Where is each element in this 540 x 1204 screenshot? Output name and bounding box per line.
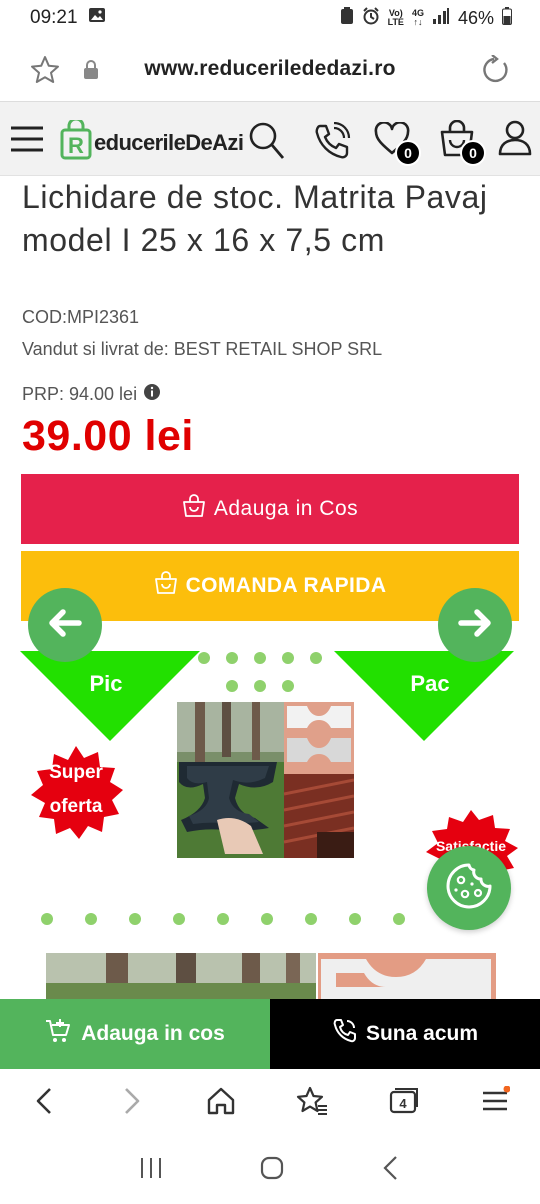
pac-label: Pac — [410, 671, 450, 696]
gallery-next-button[interactable] — [438, 588, 512, 662]
carousel-dot[interactable] — [305, 913, 317, 925]
recent-apps-icon[interactable] — [138, 1156, 164, 1185]
product-title: Lichidare de stoc. Matrita Pavaj model I… — [22, 179, 488, 258]
carousel-dot[interactable] — [173, 913, 185, 925]
clock: 09:21 — [30, 7, 78, 28]
phone-icon[interactable] — [312, 121, 352, 165]
gallery-icon — [88, 6, 106, 30]
shopping-bag-icon — [182, 494, 206, 524]
super-oferta-badge: Super oferta — [27, 744, 125, 842]
system-back-icon[interactable] — [380, 1155, 402, 1186]
seller-info: Vandut si livrat de: BEST RETAIL SHOP SR… — [22, 339, 383, 359]
back-icon[interactable] — [30, 1086, 58, 1121]
volte-indicator: Vo) LTE — [387, 8, 404, 27]
search-icon[interactable] — [249, 122, 285, 165]
add-to-cart-bottom-button[interactable]: Adauga in cos — [0, 999, 270, 1069]
svg-text:R: R — [68, 133, 84, 158]
gallery-dot[interactable] — [310, 652, 322, 664]
super-oferta-line2: oferta — [49, 796, 103, 817]
battery-icon — [502, 6, 512, 30]
notification-icon — [340, 6, 354, 30]
product-image-large[interactable] — [46, 953, 496, 999]
cart-add-icon — [45, 1018, 71, 1050]
cart-count-badge: 0 — [460, 140, 486, 166]
site-header: R educerileDeAzi 0 0 — [0, 102, 540, 176]
signal-icon — [432, 7, 450, 29]
status-bar: 09:21 Vo) LTE 4G ↑↓ 46% — [0, 0, 540, 36]
carousel-dot[interactable] — [393, 913, 405, 925]
call-now-button[interactable]: Suna acum — [270, 999, 540, 1069]
bookmarks-icon[interactable] — [296, 1086, 328, 1121]
product-image[interactable] — [177, 702, 354, 858]
product-price: 39.00 lei — [22, 412, 194, 460]
hamburger-menu-icon[interactable] — [11, 126, 43, 157]
info-icon[interactable] — [143, 383, 161, 406]
forward-icon[interactable] — [118, 1086, 146, 1121]
gallery-prev-button[interactable] — [28, 588, 102, 662]
phone-call-icon — [332, 1018, 358, 1050]
carousel-dot[interactable] — [217, 913, 229, 925]
carousel-dot[interactable] — [129, 913, 141, 925]
carousel-dot[interactable] — [261, 913, 273, 925]
cookie-icon — [445, 862, 493, 915]
logo-icon: R — [60, 117, 92, 165]
super-oferta-line1: Super — [49, 762, 103, 783]
call-now-label: Suna acum — [365, 1022, 479, 1045]
carousel-dot[interactable] — [349, 913, 361, 925]
gallery-dot[interactable] — [198, 652, 210, 664]
home-icon[interactable] — [206, 1086, 236, 1121]
gallery-dot[interactable] — [254, 652, 266, 664]
reload-icon[interactable] — [480, 54, 510, 90]
gallery-dot[interactable] — [226, 680, 238, 692]
logo-text: educerileDeAzi — [94, 129, 244, 155]
prp-text: PRP: 94.00 lei — [22, 384, 138, 404]
network-indicator: 4G ↑↓ — [411, 8, 424, 27]
add-to-cart-button[interactable]: Adauga in Cos — [21, 474, 519, 544]
add-to-cart-bottom-label: Adauga in cos — [81, 1022, 225, 1045]
user-account-icon[interactable] — [498, 120, 532, 161]
cookie-settings-button[interactable] — [427, 846, 511, 930]
quick-order-label: COMANDA RAPIDA — [185, 574, 387, 597]
gallery-dot[interactable] — [282, 652, 294, 664]
arrow-right-icon — [455, 603, 495, 648]
gallery-dot[interactable] — [254, 680, 266, 692]
carousel-dot[interactable] — [85, 913, 97, 925]
arrow-left-icon — [45, 603, 85, 648]
tabs-icon[interactable]: 4 — [388, 1086, 420, 1121]
recommended-price: PRP: 94.00 lei — [22, 383, 161, 406]
gallery-dot[interactable] — [282, 680, 294, 692]
home-button-icon[interactable] — [259, 1155, 285, 1186]
browser-url-bar: www.reducerilededazi.ro — [0, 36, 540, 102]
menu-icon[interactable] — [480, 1085, 511, 1121]
battery-percent: 46% — [457, 7, 494, 28]
bottom-action-bar: Adauga in cos Suna acum — [0, 999, 540, 1069]
svg-text:4: 4 — [399, 1096, 407, 1111]
url-text[interactable]: www.reducerilededazi.ro — [0, 57, 540, 81]
product-code: COD:MPI2361 — [22, 307, 140, 327]
alarm-icon — [362, 6, 380, 30]
pic-label: Pic — [89, 671, 123, 696]
wishlist-count-badge: 0 — [395, 140, 421, 166]
carousel-dot[interactable] — [41, 913, 53, 925]
gallery-dot[interactable] — [226, 652, 238, 664]
add-to-cart-label: Adauga in Cos — [213, 497, 359, 520]
system-navigation — [0, 1137, 540, 1204]
browser-navigation: 4 — [0, 1069, 540, 1137]
shopping-bag-icon — [154, 571, 178, 601]
site-logo[interactable]: R educerileDeAzi — [60, 117, 244, 165]
